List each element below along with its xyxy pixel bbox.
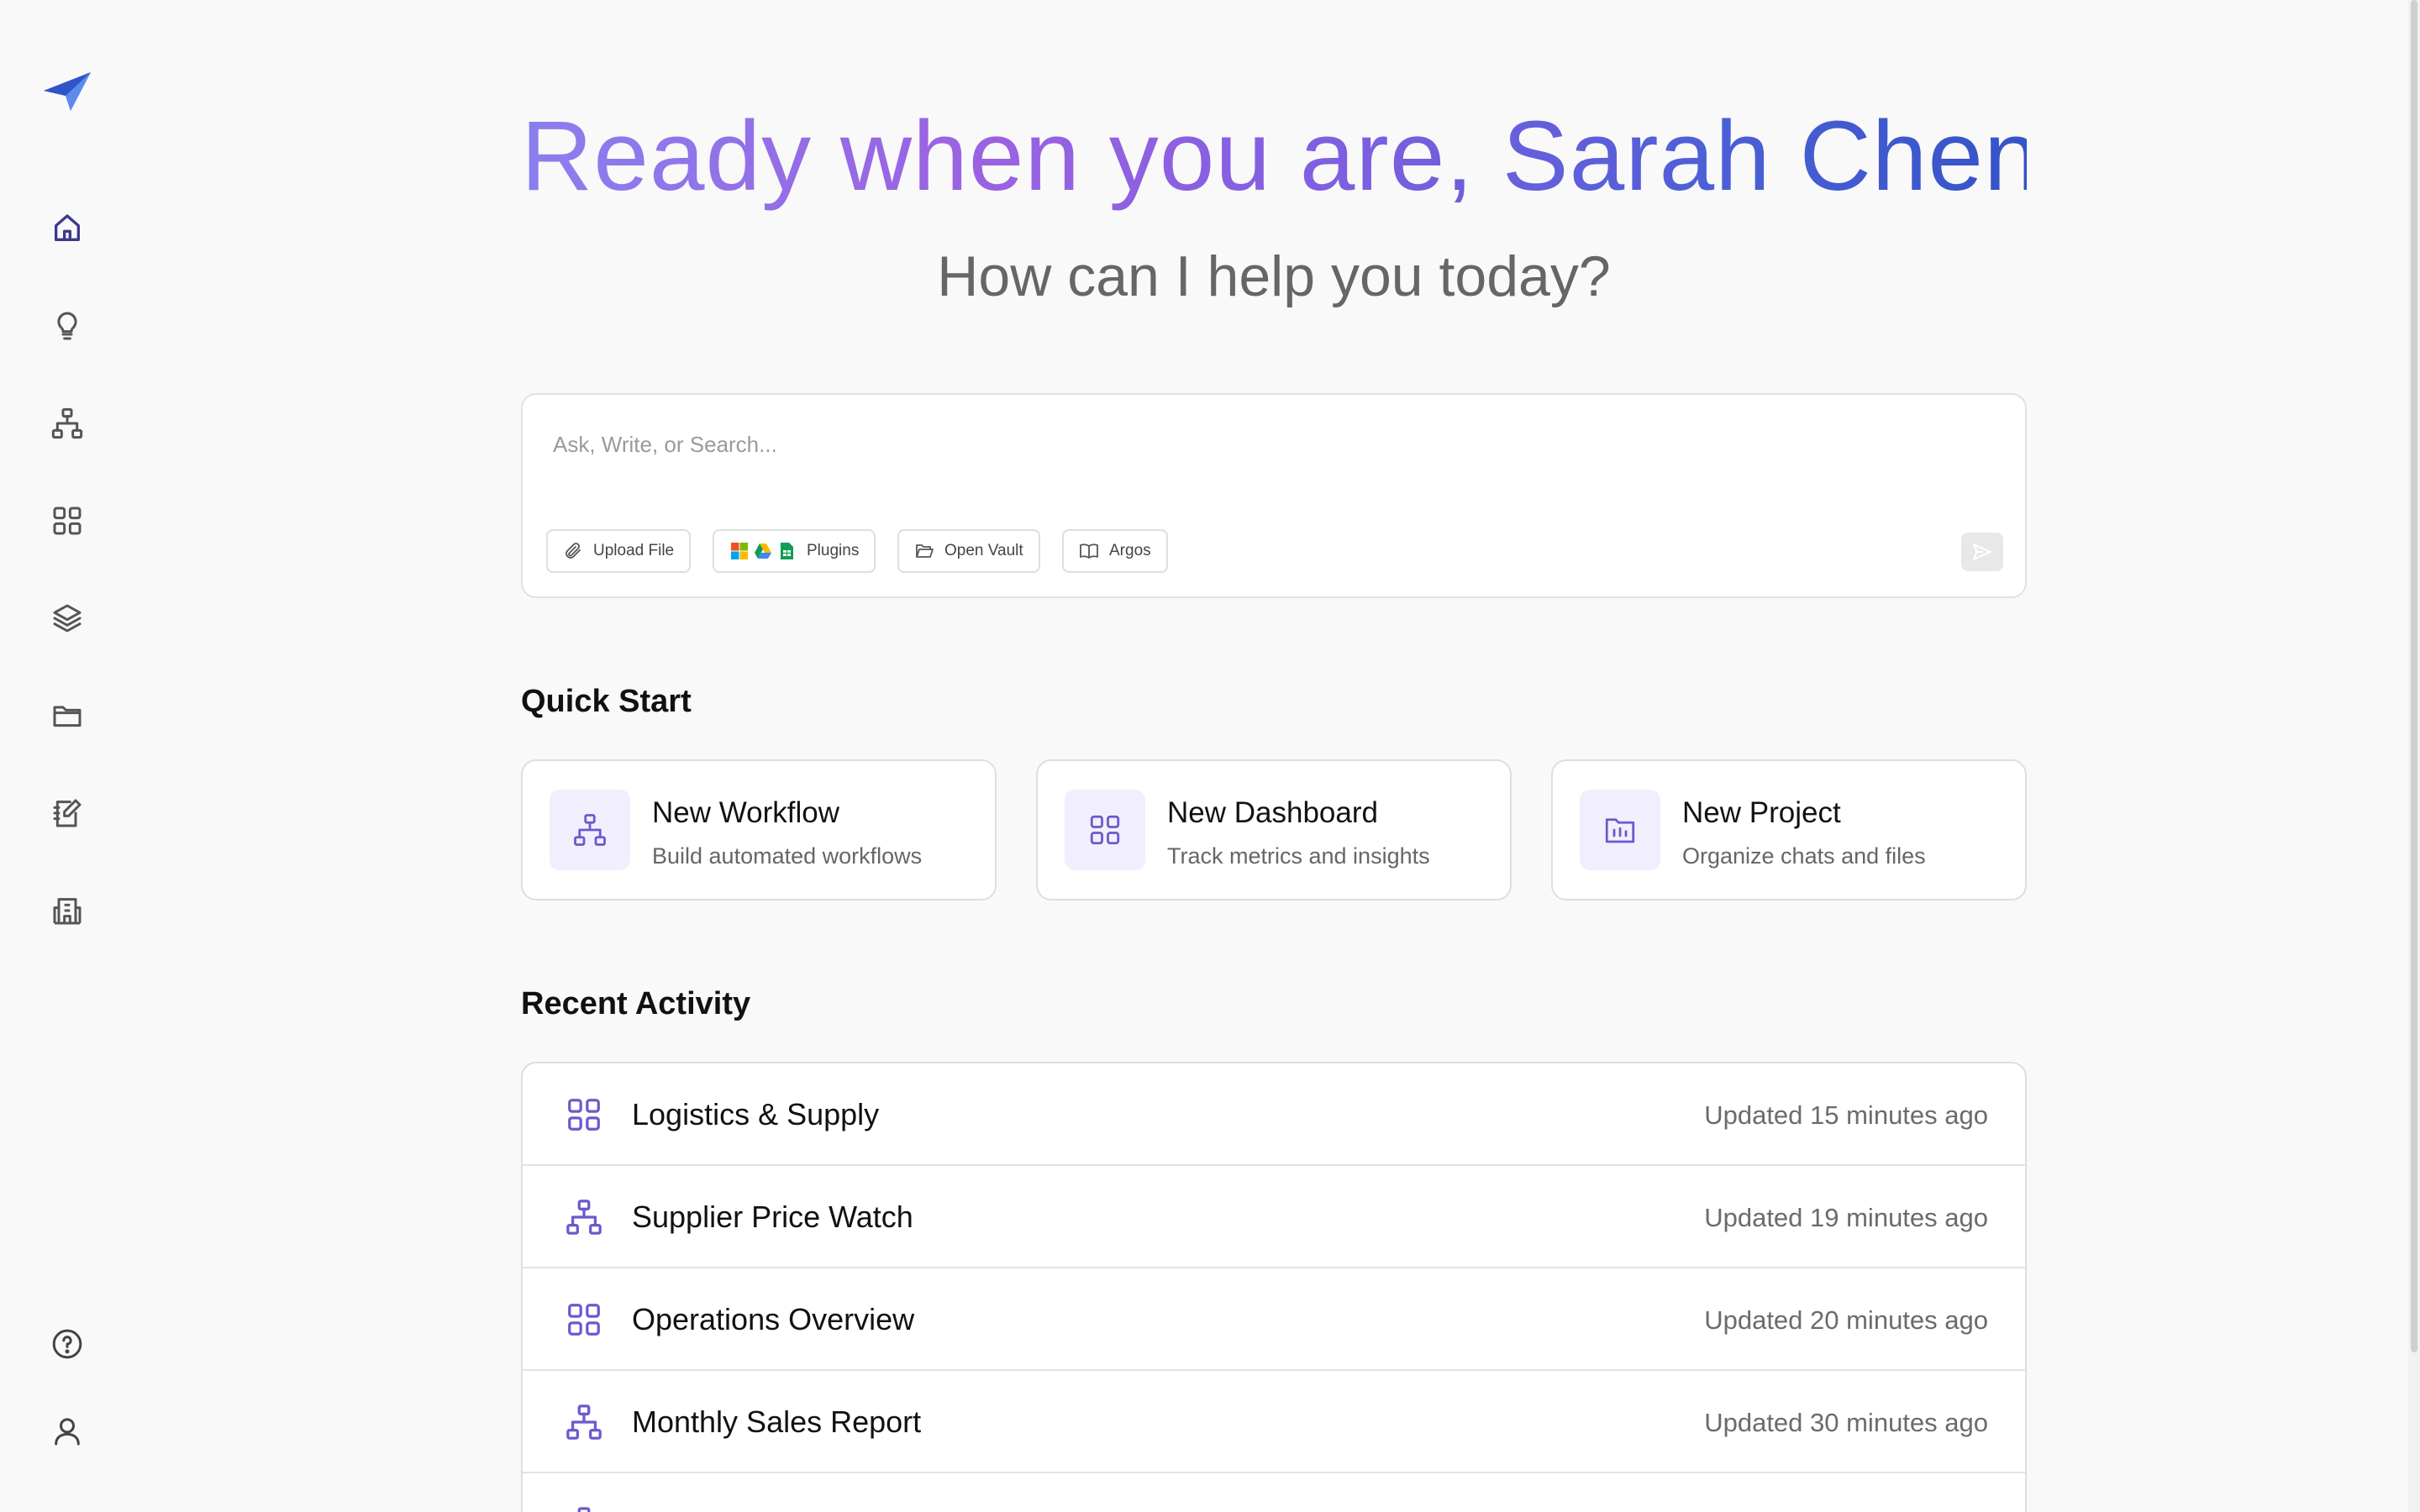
argos-button[interactable]: Argos [1062, 529, 1168, 573]
nav-organization[interactable] [39, 882, 96, 939]
workflow-icon [577, 1507, 591, 1512]
send-button[interactable] [1961, 533, 2003, 571]
scrollbar-thumb[interactable] [2411, 0, 2417, 1352]
new-dashboard-card[interactable]: New Dashboard Track metrics and insights [1036, 759, 1512, 900]
notebook-edit-icon [53, 799, 82, 827]
new-workflow-card[interactable]: New Workflow Build automated workflows [521, 759, 997, 900]
nav-home[interactable] [39, 200, 96, 257]
item-updated: Updated 20 minutes ago [1704, 1305, 1988, 1335]
recent-activity-title: Recent Activity [521, 986, 751, 1021]
dashboard-icon [568, 1099, 600, 1131]
list-item[interactable] [523, 1473, 2025, 1512]
list-item[interactable]: Logistics & Supply Updated 15 minutes ag… [523, 1063, 2025, 1166]
paperclip-icon [566, 543, 581, 559]
nav-profile[interactable] [39, 1403, 96, 1460]
sidebar [0, 0, 134, 1512]
card-title: New Project [1682, 796, 1841, 829]
nav-help[interactable] [39, 1315, 96, 1373]
dashboard-icon [568, 1304, 600, 1336]
dashboard-icon [53, 507, 82, 535]
google-sheets-icon [781, 543, 793, 559]
argos-label: Argos [1109, 542, 1151, 559]
item-updated: Updated 19 minutes ago [1704, 1203, 1988, 1232]
plugins-button[interactable]: Plugins [713, 529, 876, 573]
folder-icon [53, 706, 82, 727]
item-updated: Updated 30 minutes ago [1704, 1408, 1988, 1437]
nav-dashboards[interactable] [39, 492, 96, 549]
google-drive-icon [755, 543, 771, 559]
help-circle-icon [52, 1329, 82, 1359]
app-root: Ready when you are, Sarah Chen How can I… [0, 0, 2420, 1512]
user-icon [55, 1418, 80, 1446]
nav-workflows[interactable] [39, 395, 96, 452]
workflow-icon [566, 1404, 602, 1440]
greeting-title: Ready when you are, Sarah Chen [521, 101, 2040, 212]
new-project-card[interactable]: New Project Organize chats and files [1551, 759, 2027, 900]
nav-ideas[interactable] [39, 297, 96, 354]
dashboard-icon [1065, 790, 1145, 870]
card-description: Track metrics and insights [1167, 843, 1430, 869]
home-icon [55, 214, 81, 241]
folder-open-icon [916, 544, 934, 558]
nav-notebook[interactable] [39, 785, 96, 842]
microsoft-icon [731, 543, 748, 559]
card-description: Build automated workflows [652, 843, 923, 869]
upload-file-button[interactable]: Upload File [546, 529, 692, 573]
building-icon [53, 898, 82, 925]
upload-file-label: Upload File [593, 542, 675, 559]
recent-activity-list: Logistics & Supply Updated 15 minutes ag… [521, 1062, 2027, 1512]
list-item[interactable]: Operations Overview Updated 20 minutes a… [523, 1268, 2025, 1371]
list-item[interactable]: Monthly Sales Report Updated 30 minutes … [523, 1371, 2025, 1473]
item-name: Monthly Sales Report [632, 1404, 922, 1439]
card-title: New Dashboard [1167, 796, 1378, 829]
nav-layers[interactable] [39, 590, 96, 647]
page-scrollbar[interactable] [2408, 0, 2420, 1512]
list-item[interactable]: Supplier Price Watch Updated 19 minutes … [523, 1166, 2025, 1268]
greeting-subtitle: How can I help you today? [937, 244, 1611, 308]
workflow-icon [566, 1200, 602, 1235]
send-icon [1973, 543, 1991, 560]
prompt-input[interactable] [553, 423, 1897, 465]
layers-icon [53, 604, 82, 633]
composer: Upload File Plugins [521, 393, 2027, 598]
book-open-icon [1080, 543, 1098, 559]
item-updated: Updated 15 minutes ago [1704, 1100, 1988, 1130]
open-vault-button[interactable]: Open Vault [897, 529, 1040, 573]
workflow-icon [51, 407, 83, 439]
item-name: Operations Overview [632, 1302, 915, 1336]
item-name: Supplier Price Watch [632, 1200, 913, 1234]
quick-start-title: Quick Start [521, 684, 692, 719]
plugins-label: Plugins [807, 542, 860, 559]
card-title: New Workflow [652, 796, 840, 829]
project-folder-icon [1580, 790, 1660, 870]
app-logo[interactable] [42, 71, 94, 114]
lightbulb-icon [57, 312, 77, 340]
item-name: Logistics & Supply [632, 1097, 880, 1131]
workflow-icon [550, 790, 630, 870]
nav-files[interactable] [39, 687, 96, 744]
card-description: Organize chats and files [1682, 843, 1926, 869]
open-vault-label: Open Vault [944, 542, 1023, 559]
